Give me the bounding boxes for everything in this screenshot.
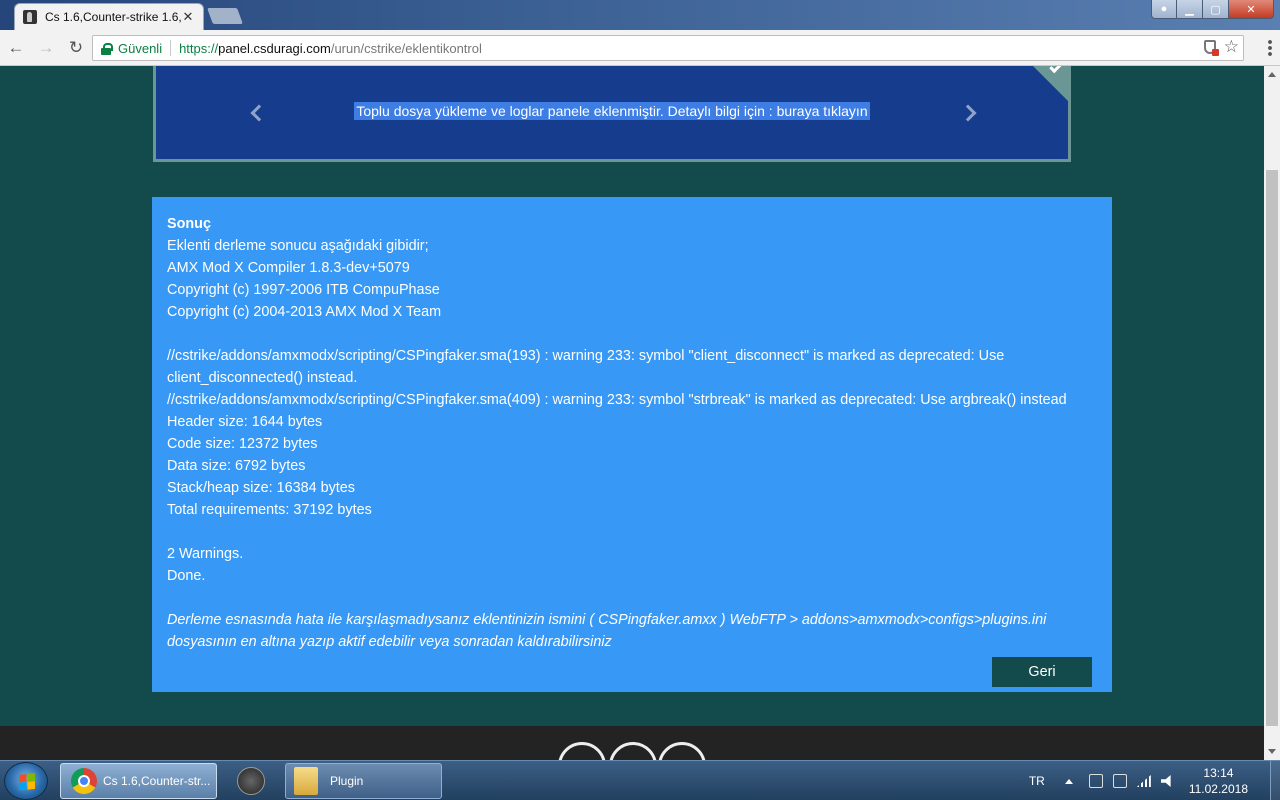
- system-clock[interactable]: 13:14 11.02.2018: [1189, 765, 1248, 797]
- compile-warning-2: //cstrike/addons/amxmodx/scripting/CSPin…: [167, 392, 1067, 408]
- announcement-link[interactable]: Toplu dosya yükleme ve loglar panele ekl…: [354, 102, 870, 120]
- maximize-icon[interactable]: ▢: [1202, 0, 1229, 19]
- browser-titlebar: Cs 1.6,Counter-strike 1.6, ✕ ● ▁ ▢ ✕: [0, 0, 1280, 30]
- secure-label: Güvenli: [118, 40, 163, 56]
- taskbar-chrome-label: Cs 1.6,Counter-str...: [103, 774, 211, 788]
- scrollbar-thumb[interactable]: [1266, 170, 1278, 726]
- compiler-version: AMX Mod X Compiler 1.8.3-dev+5079: [167, 260, 410, 276]
- social-link-icon[interactable]: [658, 742, 706, 760]
- page-scrollbar[interactable]: [1264, 66, 1280, 760]
- social-home-icon[interactable]: [558, 742, 606, 760]
- reload-icon: ↻: [68, 37, 84, 57]
- url-scheme: https://: [179, 40, 219, 56]
- announcement-ribbon: [1025, 66, 1069, 102]
- result-intro: Eklenti derleme sonucu aşağıdaki gibidir…: [167, 238, 429, 254]
- show-desktop-button[interactable]: [1270, 761, 1280, 800]
- action-center-icon[interactable]: [1088, 774, 1103, 788]
- tab-title: Cs 1.6,Counter-strike 1.6,: [45, 10, 181, 24]
- minimize-icon[interactable]: ▁: [1176, 0, 1203, 19]
- announcement-slider: Toplu dosya yükleme ve loglar panele ekl…: [153, 66, 1071, 162]
- total-requirements: Total requirements: 37192 bytes: [167, 502, 372, 518]
- counter-strike-icon: [237, 767, 265, 795]
- clock-date: 11.02.2018: [1188, 782, 1248, 796]
- announcement-text-wrap: Toplu dosya yükleme ve loglar panele ekl…: [156, 102, 1068, 120]
- chrome-icon: [71, 768, 97, 794]
- cs-favicon-icon: [23, 10, 37, 24]
- arrow-right-icon: →: [37, 37, 55, 57]
- taskbar-counter-strike[interactable]: [226, 763, 276, 799]
- browser-menu-icon[interactable]: [1268, 39, 1272, 57]
- new-tab-button[interactable]: [207, 8, 243, 24]
- browser-tab-active[interactable]: Cs 1.6,Counter-strike 1.6, ✕: [14, 3, 204, 30]
- window-controls: ● ▁ ▢ ✕: [1151, 0, 1274, 19]
- stack-heap-size: Stack/heap size: 16384 bytes: [167, 480, 355, 496]
- forward-button[interactable]: →: [32, 34, 60, 62]
- blocked-content-icon[interactable]: [1203, 39, 1219, 56]
- address-separator: [170, 40, 172, 56]
- data-size: Data size: 6792 bytes: [167, 458, 306, 474]
- window-close-icon[interactable]: ✕: [1228, 0, 1274, 19]
- copyright-line-1: Copyright (c) 1997-2006 ITB CompuPhase: [167, 282, 440, 298]
- header-size: Header size: 1644 bytes: [167, 414, 323, 430]
- clock-time: 13:14: [1203, 766, 1234, 780]
- back-button-geri[interactable]: Geri: [992, 657, 1092, 687]
- result-heading: Sonuç: [167, 216, 211, 232]
- url-path: /urun/cstrike/eklentikontrol: [330, 40, 482, 56]
- compile-result-panel: Sonuç Eklenti derleme sonucu aşağıdaki g…: [152, 197, 1112, 692]
- taskbar-explorer[interactable]: Plugin: [285, 763, 442, 799]
- folder-icon: [294, 767, 318, 795]
- social-up-icon[interactable]: [609, 742, 657, 760]
- done-status: Done.: [167, 568, 206, 584]
- scroll-up-icon[interactable]: [1268, 72, 1276, 77]
- copyright-line-2: Copyright (c) 2004-2013 AMX Mod X Team: [167, 304, 442, 320]
- windows-logo-icon: [19, 773, 35, 791]
- taskbar-chrome[interactable]: Cs 1.6,Counter-str...: [60, 763, 217, 799]
- windows-taskbar: Cs 1.6,Counter-str... Plugin TR 13:14 11…: [0, 760, 1280, 800]
- network-icon[interactable]: [1136, 775, 1151, 787]
- page-footer: [0, 726, 1264, 760]
- tab-close-icon[interactable]: ✕: [181, 9, 195, 25]
- page-viewport: Toplu dosya yükleme ve loglar panele ekl…: [0, 66, 1264, 760]
- language-indicator[interactable]: TR: [1029, 774, 1045, 788]
- lock-icon: [101, 42, 113, 55]
- code-size: Code size: 12372 bytes: [167, 436, 318, 452]
- url-host: panel.csduragi.com: [218, 40, 331, 56]
- power-icon[interactable]: [1112, 774, 1127, 788]
- profile-icon[interactable]: ●: [1151, 0, 1177, 19]
- install-note: Derleme esnasında hata ile karşılaşmadıy…: [167, 612, 1047, 650]
- tray-expand-icon[interactable]: [1064, 778, 1073, 784]
- system-tray: TR 13:14 11.02.2018: [1029, 761, 1280, 800]
- arrow-left-icon: ←: [7, 37, 25, 57]
- reload-button[interactable]: ↻: [62, 34, 90, 62]
- browser-toolbar: ← → ↻ Güvenli https://panel.csduragi.com…: [0, 30, 1280, 66]
- bookmark-star-icon[interactable]: ☆: [1224, 38, 1239, 55]
- scroll-down-icon[interactable]: [1268, 749, 1276, 754]
- volume-icon[interactable]: [1160, 775, 1171, 787]
- warnings-count: 2 Warnings.: [167, 546, 244, 562]
- url-text: https://panel.csduragi.com/urun/cstrike/…: [179, 41, 482, 56]
- address-bar-actions: ☆: [1203, 38, 1239, 56]
- address-bar[interactable]: Güvenli https://panel.csduragi.com/urun/…: [92, 35, 1244, 61]
- compile-warning-1: //cstrike/addons/amxmodx/scripting/CSPin…: [167, 348, 1005, 386]
- back-button[interactable]: ←: [2, 34, 30, 62]
- taskbar-folder-label: Plugin: [330, 774, 364, 788]
- start-button[interactable]: [4, 762, 48, 800]
